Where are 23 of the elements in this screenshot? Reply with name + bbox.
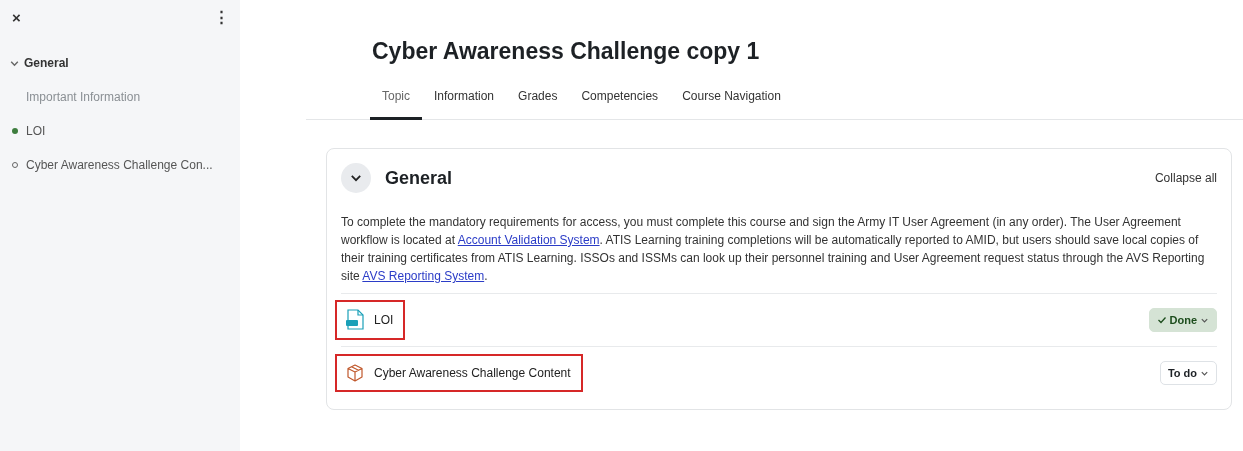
collapse-all-link[interactable]: Collapse all	[1154, 171, 1217, 185]
collapse-toggle-button[interactable]	[341, 163, 371, 193]
tab[interactable]: Grades	[506, 82, 570, 120]
tab[interactable]: Information	[422, 82, 507, 120]
close-button[interactable]: ×	[9, 8, 24, 26]
section-title: General	[385, 167, 453, 189]
completion-dropdown[interactable]: To do	[1159, 361, 1217, 385]
section-description: To complete the mandatory requirements for access, you must complete this course and sign the Army IT User Agreement (in any order). The User Agreement workflow is located at Account Validation System. ATIS Learning training completions will be automatically reported to AMID, but users should save local copies of their training certificates from ATIS Learning. ISSOs and ISSMs can look up their personnel training and User Agreement request status through the AVS Reporting site AVS Reporting System.	[341, 214, 1206, 285]
tab[interactable]: Course Navigation	[670, 82, 793, 120]
tab[interactable]: Competencies	[569, 82, 671, 120]
course-title: Cyber Awareness Challenge copy 1	[372, 38, 760, 65]
menu-button[interactable]: ⋮	[211, 8, 232, 26]
sidebar-item[interactable]: Cyber Awareness Challenge Con...	[26, 158, 213, 172]
link[interactable]: Account Validation System	[457, 233, 600, 247]
check-icon	[1156, 315, 1167, 325]
activity-link[interactable]: Cyber Awareness Challenge Content	[374, 366, 571, 380]
sidebar-item[interactable]: LOI	[26, 124, 46, 138]
package-icon	[345, 363, 365, 383]
tab[interactable]: Topic	[370, 82, 422, 120]
activity-link[interactable]: LOI	[374, 313, 394, 327]
section-link[interactable]: General	[24, 56, 69, 70]
completion-dropdown[interactable]: Done	[1148, 308, 1217, 332]
pdf-file-icon	[345, 309, 365, 331]
